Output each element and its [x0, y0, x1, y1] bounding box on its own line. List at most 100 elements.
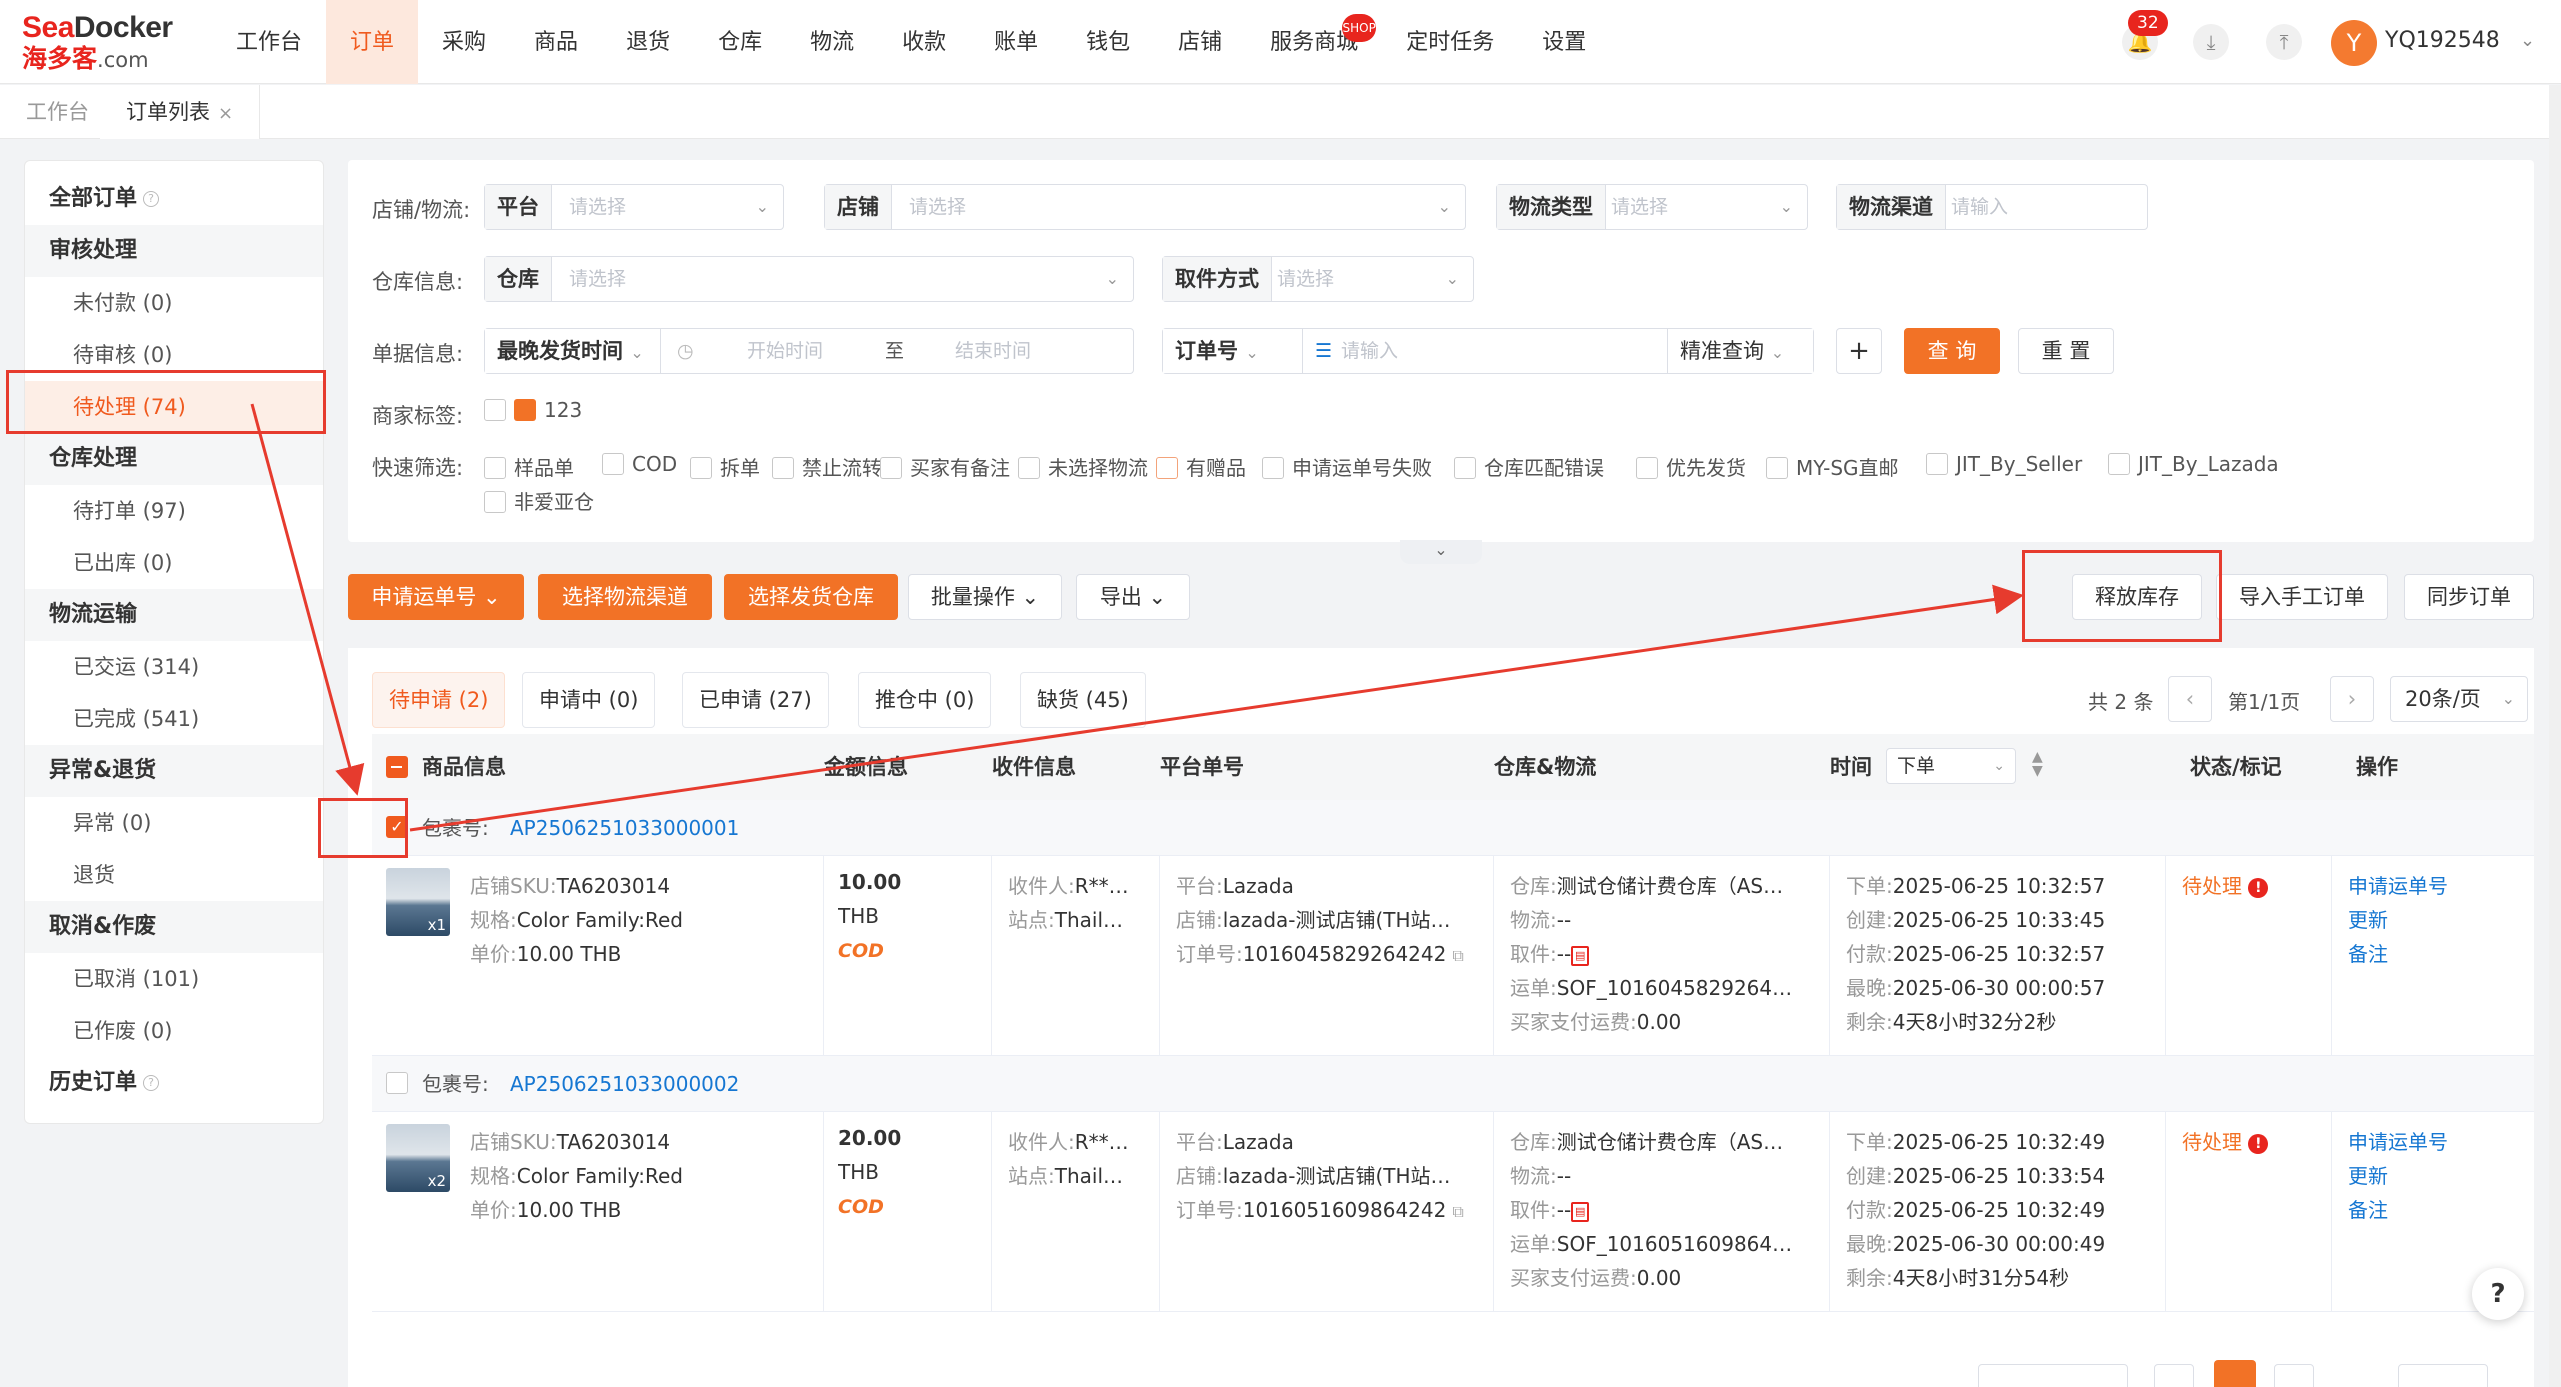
alert-icon[interactable]: !: [2248, 1133, 2269, 1154]
status-tab[interactable]: 缺货 (45): [1020, 672, 1146, 728]
sidebar-item[interactable]: 已完成 (541): [25, 693, 323, 745]
row-action-link[interactable]: 备注: [2348, 1194, 2388, 1223]
sidebar-group-4[interactable]: 取消&作废: [25, 901, 323, 953]
start-date-input[interactable]: 开始时间: [747, 329, 823, 373]
end-date-input[interactable]: 结束时间: [955, 329, 1031, 373]
status-tab[interactable]: 待申请 (2): [372, 672, 506, 728]
upload-icon[interactable]: ⤒: [2266, 24, 2302, 60]
row-action-link[interactable]: 更新: [2348, 1160, 2388, 1189]
prev-page-button[interactable]: ‹: [2168, 676, 2212, 722]
sidebar-item[interactable]: 已作废 (0): [25, 1005, 323, 1057]
nav-item-12[interactable]: 定时任务: [1382, 0, 1518, 84]
nav-item-9[interactable]: 钱包: [1062, 0, 1154, 84]
row-action-link[interactable]: 更新: [2348, 904, 2388, 933]
quick-filter-checkbox[interactable]: 仓库匹配错误: [1454, 452, 1604, 481]
sidebar-group-3[interactable]: 异常&退货: [25, 745, 323, 797]
page-scrollbar[interactable]: [2549, 85, 2561, 1387]
match-mode-select[interactable]: 精准查询 ⌄: [1667, 329, 1813, 373]
nav-item-10[interactable]: 店铺: [1154, 0, 1246, 84]
nav-item-6[interactable]: 物流: [786, 0, 878, 84]
package-number-link[interactable]: AP2506251033000002: [510, 1056, 739, 1112]
quick-filter-checkbox[interactable]: 非爱亚仓: [484, 486, 594, 515]
close-icon[interactable]: ×: [218, 103, 233, 124]
select-logistics-channel-button[interactable]: 选择物流渠道: [538, 574, 712, 620]
quick-filter-checkbox[interactable]: 禁止流转: [772, 452, 882, 481]
tab-workbench[interactable]: 工作台: [0, 85, 116, 139]
search-button[interactable]: 查 询: [1904, 328, 2000, 374]
sync-orders-button[interactable]: 同步订单: [2404, 574, 2534, 620]
bottom-page-size-select[interactable]: [1978, 1364, 2128, 1387]
quick-filter-checkbox[interactable]: JIT_By_Lazada: [2108, 452, 2279, 476]
nav-item-8[interactable]: 账单: [970, 0, 1062, 84]
quick-filter-checkbox[interactable]: 申请运单号失败: [1262, 452, 1432, 481]
package-number-link[interactable]: AP2506251033000001: [510, 800, 739, 856]
bottom-next-button[interactable]: [2274, 1364, 2314, 1387]
shop-select[interactable]: 店铺 请选择 ⌄: [824, 184, 1466, 230]
nav-item-5[interactable]: 仓库: [694, 0, 786, 84]
sidebar-group-2[interactable]: 物流运输: [25, 589, 323, 641]
username[interactable]: YQ192548: [2385, 28, 2500, 53]
chevron-down-icon[interactable]: ⌄: [2520, 30, 2535, 51]
logistics-channel-input[interactable]: 物流渠道 请输入: [1836, 184, 2148, 230]
select-warehouse-button[interactable]: 选择发货仓库: [724, 574, 898, 620]
sidebar-item[interactable]: 未付款 (0): [25, 277, 323, 329]
nav-item-0[interactable]: 工作台: [212, 0, 326, 84]
sidebar-item[interactable]: 异常 (0): [25, 797, 323, 849]
quick-filter-checkbox[interactable]: JIT_By_Seller: [1926, 452, 2082, 476]
order-number-search[interactable]: 订单号 ⌄ ☰ 请输入 精准查询 ⌄: [1162, 328, 1814, 374]
sidebar-group-0[interactable]: 审核处理: [25, 225, 323, 277]
order-field-select[interactable]: 订单号 ⌄: [1163, 329, 1303, 373]
order-number-input[interactable]: 请输入: [1341, 329, 1398, 373]
quick-filter-checkbox[interactable]: 买家有备注: [880, 452, 1010, 481]
export-button[interactable]: 导出 ⌄: [1076, 574, 1190, 620]
seadocker-logo[interactable]: SeaDocker 海多客.com: [22, 12, 202, 76]
reset-button[interactable]: 重 置: [2018, 328, 2114, 374]
bottom-current-page[interactable]: [2214, 1360, 2256, 1387]
copy-icon[interactable]: ⧉: [1452, 946, 1463, 965]
date-type-select[interactable]: 最晚发货时间 ⌄: [485, 329, 661, 373]
sidebar-item[interactable]: 待打单 (97): [25, 485, 323, 537]
status-tab[interactable]: 申请中 (0): [522, 672, 656, 728]
batch-operations-button[interactable]: 批量操作 ⌄: [908, 574, 1062, 620]
avatar[interactable]: Y: [2331, 20, 2377, 66]
quick-filter-checkbox[interactable]: 拆单: [690, 452, 760, 481]
select-all-checkbox[interactable]: [386, 756, 408, 778]
page-size-select[interactable]: 20条/页 ⌄: [2390, 676, 2528, 722]
sidebar-item[interactable]: 已交运 (314): [25, 641, 323, 693]
sidebar-all-orders[interactable]: 全部订单?: [25, 173, 323, 225]
add-filter-button[interactable]: +: [1836, 328, 1882, 374]
nav-item-11[interactable]: 服务商城 SHOP: [1246, 0, 1382, 84]
quick-filter-checkbox[interactable]: MY-SG直邮: [1766, 452, 1899, 481]
sidebar-item[interactable]: 已出库 (0): [25, 537, 323, 589]
nav-item-3[interactable]: 商品: [510, 0, 602, 84]
sidebar-group-1[interactable]: 仓库处理: [25, 433, 323, 485]
bottom-prev-button[interactable]: [2154, 1364, 2194, 1387]
row-action-link[interactable]: 备注: [2348, 938, 2388, 967]
nav-item-2[interactable]: 采购: [418, 0, 510, 84]
product-thumbnail[interactable]: x1: [386, 868, 450, 936]
import-manual-order-button[interactable]: 导入手工订单: [2216, 574, 2388, 620]
tab-order-list[interactable]: 订单列表 ×: [100, 85, 261, 139]
download-icon[interactable]: ⤓: [2193, 24, 2229, 60]
quick-filter-checkbox[interactable]: 有赠品: [1156, 452, 1246, 481]
sidebar-history-orders[interactable]: 历史订单?: [25, 1057, 323, 1109]
warehouse-select[interactable]: 仓库 请选择 ⌄: [484, 256, 1134, 302]
apply-waybill-button[interactable]: 申请运单号 ⌄: [348, 574, 524, 620]
sidebar-item[interactable]: 退货: [25, 849, 323, 901]
logistics-type-select[interactable]: 物流类型 请选择 ⌄: [1496, 184, 1808, 230]
row-action-link[interactable]: 申请运单号: [2348, 1126, 2448, 1155]
platform-select[interactable]: 平台 请选择 ⌄: [484, 184, 784, 230]
nav-item-4[interactable]: 退货: [602, 0, 694, 84]
pickup-method-select[interactable]: 取件方式 请选择 ⌄: [1162, 256, 1474, 302]
product-thumbnail[interactable]: x2: [386, 1124, 450, 1192]
package-checkbox[interactable]: [386, 1072, 408, 1094]
sidebar-item[interactable]: 已取消 (101): [25, 953, 323, 1005]
next-page-button[interactable]: ›: [2330, 676, 2374, 722]
status-tab[interactable]: 已申请 (27): [682, 672, 829, 728]
quick-filter-checkbox[interactable]: 未选择物流: [1018, 452, 1148, 481]
date-range-picker[interactable]: 最晚发货时间 ⌄ ◷ 开始时间 至 结束时间: [484, 328, 1134, 374]
status-tab[interactable]: 推仓中 (0): [858, 672, 992, 728]
merchant-tag-checkbox[interactable]: 123: [484, 398, 582, 422]
nav-item-1[interactable]: 订单: [326, 0, 419, 84]
quick-filter-checkbox[interactable]: COD: [602, 452, 677, 476]
